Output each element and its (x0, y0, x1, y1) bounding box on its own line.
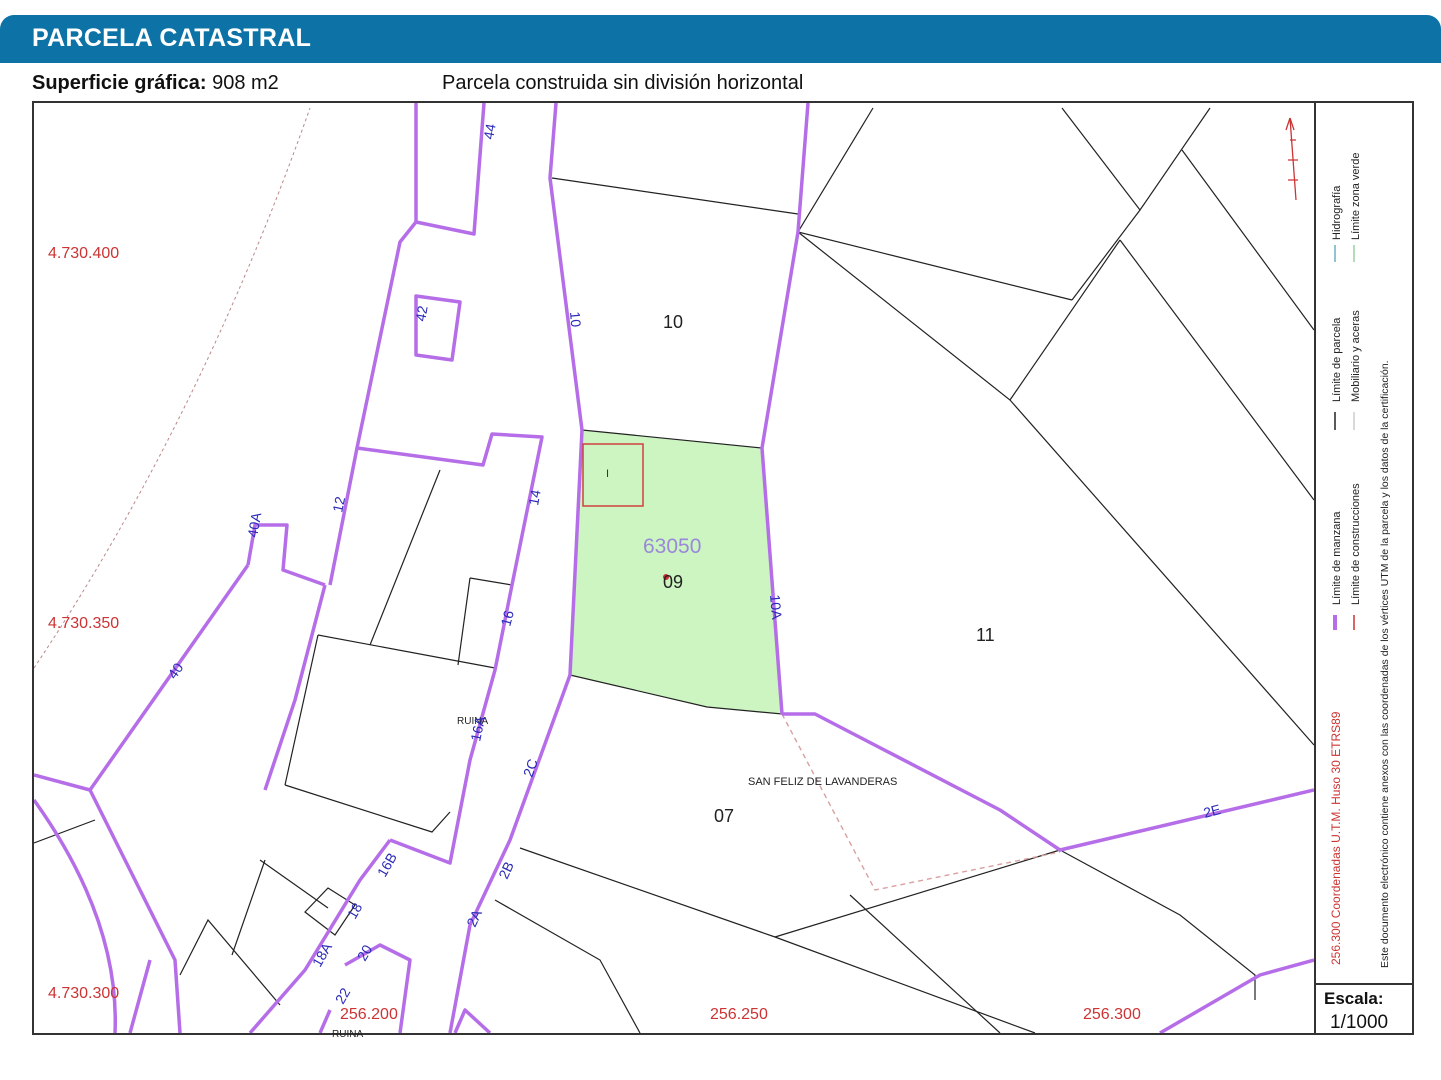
scale-label: Escala: (1324, 989, 1384, 1008)
y-coord-label: 4.730.400 (48, 245, 119, 262)
north-arrow-icon (1285, 117, 1298, 201)
dashed-boundary (781, 713, 1061, 891)
cadastral-map: 4.730.400 4.730.350 4.730.300 256.200 25… (34, 103, 1391, 1040)
street-number: 14 (525, 488, 543, 506)
y-coord-label: 4.730.300 (48, 985, 119, 1002)
street-number: 10A (767, 594, 785, 621)
street-number: 10 (567, 311, 584, 328)
scale-box: Escala: 1/1000 (1314, 983, 1414, 1035)
building-code: I (606, 468, 609, 480)
street-number: 22 (332, 985, 354, 1007)
parcel-number: 09 (663, 572, 683, 592)
street-number: 40A (244, 511, 264, 539)
street-number: 42 (412, 304, 430, 322)
x-coord-label: 256.300 (1083, 1006, 1141, 1023)
street-number: 2E (1202, 801, 1223, 821)
parcel-number: 07 (714, 806, 734, 826)
street-number: 12 (329, 495, 348, 514)
x-coord-label: 256.200 (340, 1006, 398, 1023)
scale-value: 1/1000 (1330, 1012, 1389, 1033)
street-number: 16 (497, 608, 517, 627)
dashed-boundary (34, 107, 311, 669)
legend-panel (1314, 101, 1414, 983)
ruin-label: RUINA (332, 1029, 363, 1040)
parcel-reference: 63050 (643, 535, 701, 558)
street-number: 20 (354, 942, 376, 964)
street-number: 44 (480, 122, 498, 140)
place-name: SAN FELIZ DE LAVANDERAS (748, 776, 897, 788)
street-number: 18A (309, 939, 336, 969)
y-coord-label: 4.730.350 (48, 615, 119, 632)
parcel-number: 11 (976, 625, 995, 645)
street-number: 2A (463, 906, 485, 929)
parcel-number: 10 (663, 312, 683, 332)
x-coord-label: 256.250 (710, 1006, 768, 1023)
